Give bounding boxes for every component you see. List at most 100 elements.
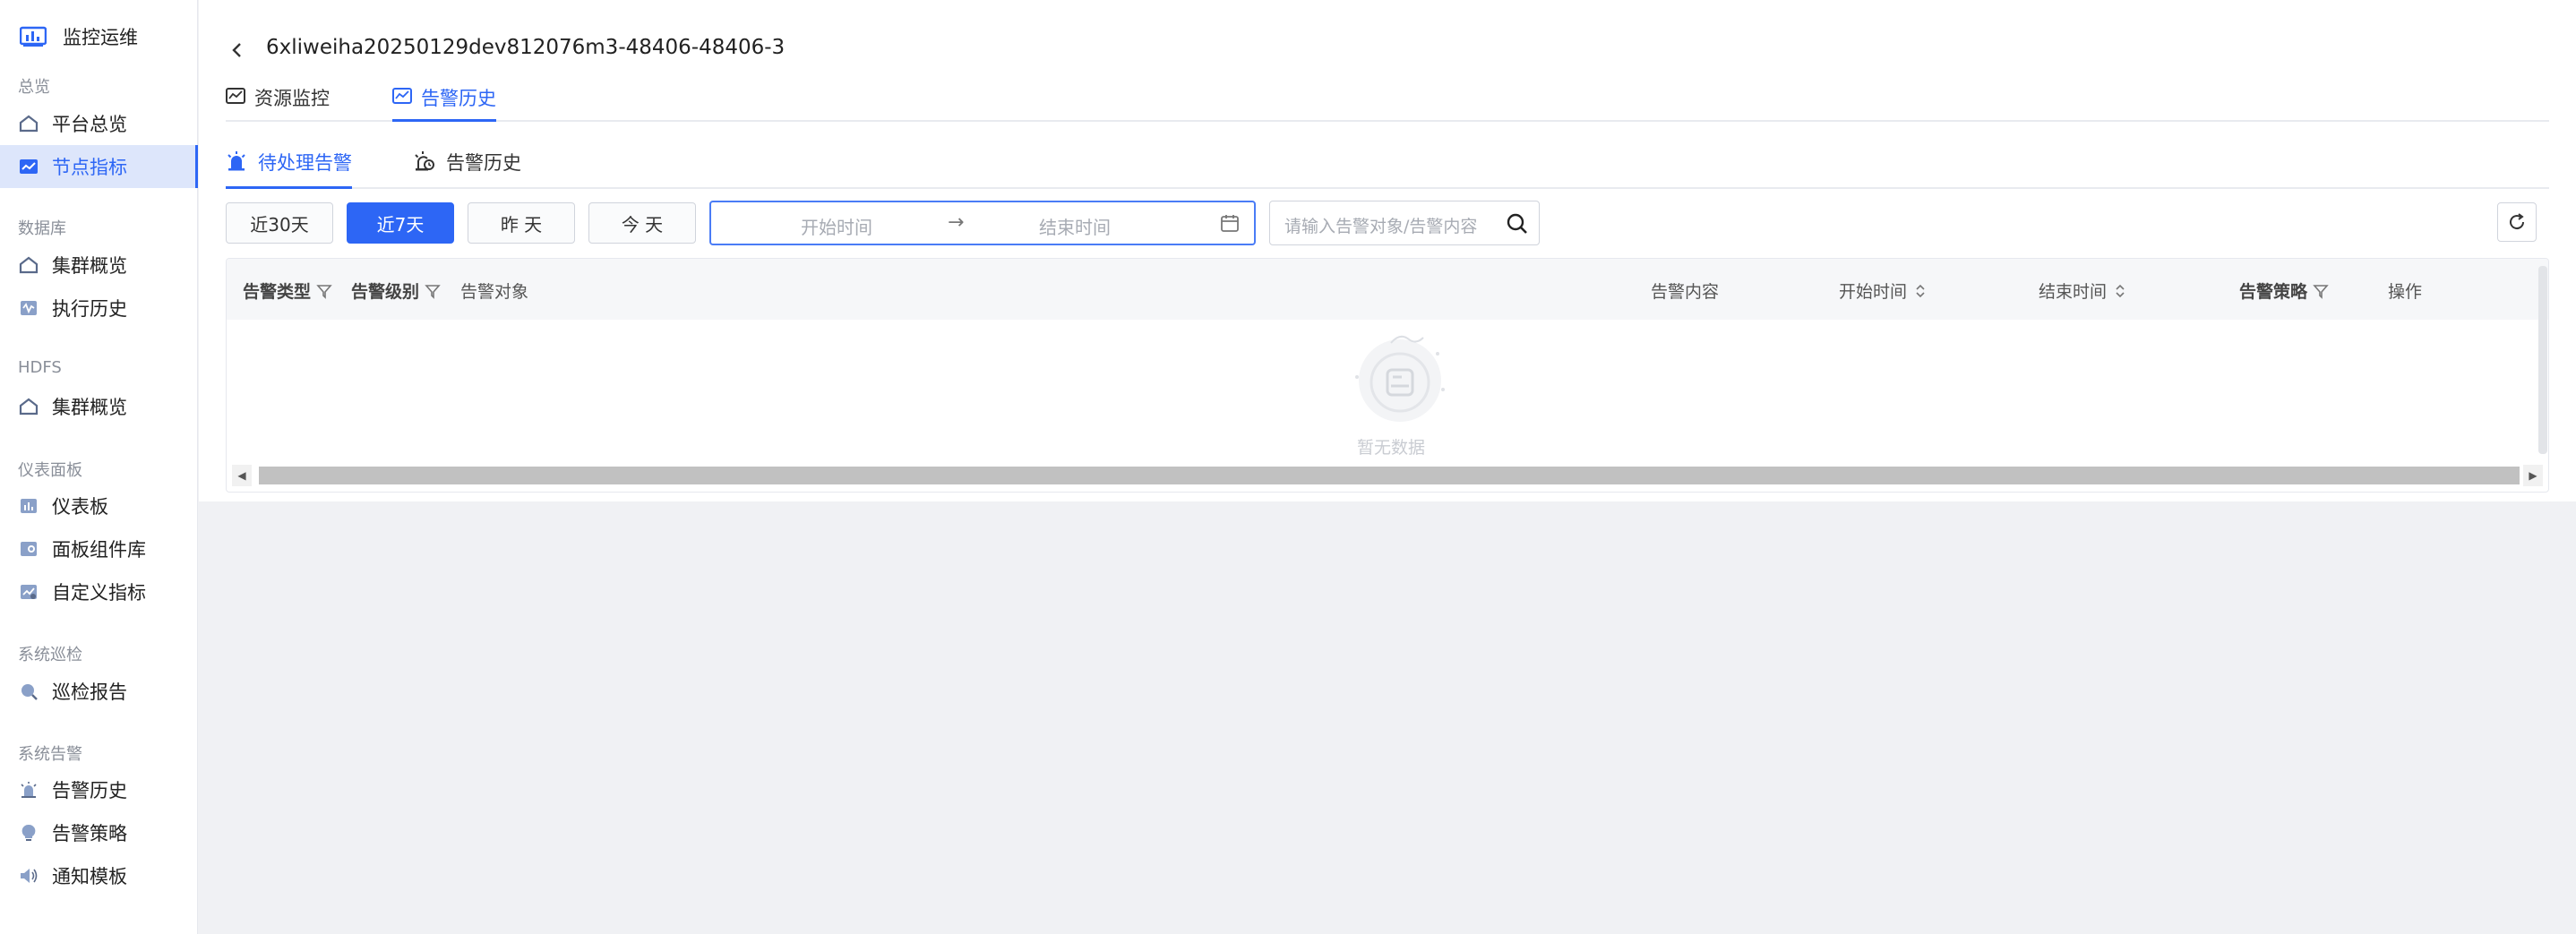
range-7-days-button[interactable]: 近7天 [347,202,454,244]
custom-metric-icon [18,581,39,603]
subtab-label: 待处理告警 [258,152,352,174]
tab-resource-monitor[interactable]: 资源监控 [226,84,330,122]
tab-label: 告警历史 [421,88,496,109]
history-icon [18,297,39,319]
refresh-icon [2510,213,2525,230]
back-button[interactable] [231,36,253,64]
column-alarm-level[interactable]: 告警级别 [351,278,441,303]
sidebar-item-label: 执行历史 [52,298,127,320]
column-alarm-policy[interactable]: 告警策略 [2239,278,2329,303]
end-time-input[interactable]: 结束时间 [1039,213,1111,239]
scroll-left-button[interactable]: ◀ [232,465,252,486]
calendar-icon [1221,215,1239,232]
sidebar-item-label: 面板组件库 [52,539,146,561]
dashboard-icon [18,495,39,517]
alarm-icon [18,779,39,801]
scroll-right-button[interactable]: ▶ [2523,465,2543,486]
range-yesterday-button[interactable]: 昨 天 [468,202,575,244]
table-header: 告警类型 告警级别 告警对象 告警内容 开始时间 结束时间 告警策略 操作 [227,259,2548,320]
home-icon [18,396,39,417]
empty-box-icon [1355,335,1445,422]
sidebar-item-label: 仪表板 [52,496,108,518]
refresh-button[interactable] [2497,202,2537,242]
page-title: 6xliweiha20250129dev812076m3-48406-48406… [266,36,786,59]
range-30-days-button[interactable]: 近30天 [226,202,333,244]
sidebar-item-label: 通知模板 [52,866,127,887]
sidebar-item-exec-history[interactable]: 执行历史 [0,287,198,330]
column-label: 告警级别 [351,282,420,302]
filter-icon[interactable] [425,283,441,299]
sidebar-item-label: 告警历史 [52,780,127,801]
monitor-logo-icon [20,26,47,47]
scrollbar-thumb[interactable] [259,467,2520,484]
column-label: 告警内容 [1651,282,1720,302]
chevron-left-icon [232,43,241,57]
alarm-light-icon [228,151,245,171]
subtab-pending-alarms[interactable]: 待处理告警 [226,149,352,189]
vertical-scrollbar[interactable] [2538,266,2547,454]
search-icon[interactable] [1506,212,1529,236]
brand-title: 监控运维 [63,27,138,48]
sidebar-item-dashboard[interactable]: 仪表板 [0,484,198,527]
range-arrow: → [948,211,965,234]
brand[interactable]: 监控运维 [20,21,138,52]
column-alarm-content: 告警内容 [1651,278,1719,303]
date-range-picker[interactable]: 开始时间 → 结束时间 [709,201,1256,245]
empty-state-text: 暂无数据 [1357,438,1426,458]
speaker-icon [18,865,39,887]
filter-icon[interactable] [2313,283,2329,299]
sub-tabs: 待处理告警 告警历史 [226,149,2549,189]
main-tabs: 资源监控 告警历史 [226,84,2549,122]
sidebar-item-widget-library[interactable]: 面板组件库 [0,527,198,570]
sidebar-item-label: 节点指标 [52,157,127,178]
sidebar-item-label: 平台总览 [52,114,127,135]
column-label: 操作 [2388,282,2423,302]
column-alarm-target: 告警对象 [460,278,528,303]
sidebar-item-hdfs-cluster-overview[interactable]: 集群概览 [0,385,198,428]
column-start-time[interactable]: 开始时间 [1839,278,1928,303]
magnifier-icon [18,681,39,702]
subtab-alarm-history[interactable]: 告警历史 [414,149,521,189]
sidebar-item-label: 告警策略 [52,823,127,844]
chart-line-icon [18,156,39,177]
section-title-hdfs: HDFS [18,358,62,377]
sidebar-item-db-cluster-overview[interactable]: 集群概览 [0,244,198,287]
sidebar-item-alarm-history[interactable]: 告警历史 [0,768,198,811]
bulb-icon [18,822,39,844]
sidebar-item-custom-metrics[interactable]: 自定义指标 [0,570,198,613]
main-content: 6xliweiha20250129dev812076m3-48406-48406… [199,0,2576,934]
sidebar-item-platform-overview[interactable]: 平台总览 [0,102,198,145]
sidebar-item-label: 自定义指标 [52,582,146,604]
column-alarm-type[interactable]: 告警类型 [243,278,332,303]
horizontal-scrollbar[interactable]: ◀ ▶ [232,465,2543,486]
sort-icon[interactable] [2112,283,2128,299]
column-label: 告警类型 [243,282,312,302]
tab-alarm-history[interactable]: 告警历史 [392,84,496,122]
sort-icon[interactable] [1912,283,1928,299]
sidebar-item-node-metrics[interactable]: 节点指标 [0,145,198,188]
sidebar-item-label: 巡检报告 [52,681,127,703]
monitor-chart-icon [226,88,245,104]
widget-icon [18,538,39,560]
sidebar-item-notification-template[interactable]: 通知模板 [0,854,198,897]
sidebar-item-label: 集群概览 [52,255,127,277]
range-today-button[interactable]: 今 天 [588,202,696,244]
monitor-chart-icon [392,88,412,104]
sidebar-item-alarm-policy[interactable]: 告警策略 [0,811,198,854]
column-label: 结束时间 [2039,282,2108,302]
column-label: 开始时间 [1839,282,1908,302]
sidebar-item-inspection-report[interactable]: 巡检报告 [0,670,198,713]
section-title-overview: 总览 [18,78,50,97]
search-input[interactable]: 请输入告警对象/告警内容 [1284,213,1477,237]
search-box[interactable]: 请输入告警对象/告警内容 [1269,201,1540,245]
section-title-alarms: 系统告警 [18,745,82,764]
home-icon [18,113,39,134]
alarm-table: 告警类型 告警级别 告警对象 告警内容 开始时间 结束时间 告警策略 操作 暂无… [226,258,2549,493]
filter-icon[interactable] [316,283,332,299]
home-icon [18,254,39,276]
column-end-time[interactable]: 结束时间 [2039,278,2128,303]
section-title-dashboards: 仪表面板 [18,461,82,480]
sidebar-item-label: 集群概览 [52,397,127,418]
column-label: 告警策略 [2239,282,2308,302]
start-time-input[interactable]: 开始时间 [801,213,872,239]
